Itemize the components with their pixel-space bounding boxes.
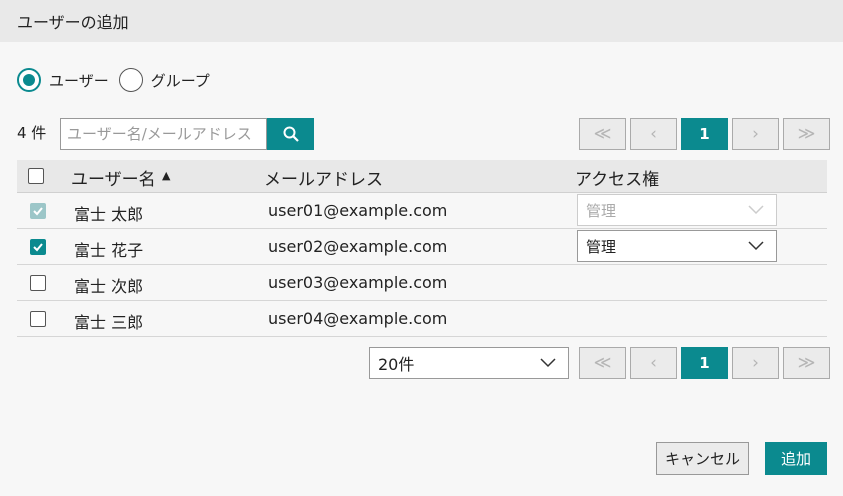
search-input[interactable] <box>60 118 267 150</box>
access-select: 管理 <box>577 194 777 226</box>
radio-group-label[interactable]: グループ <box>151 70 210 91</box>
user-email: user04@example.com <box>268 309 448 328</box>
pagination-bottom: ≪ ‹ 1 › ≫ <box>579 347 830 379</box>
search-icon <box>283 126 299 142</box>
access-select[interactable]: 管理 <box>577 230 777 262</box>
access-select-value: 管理 <box>586 201 617 220</box>
dialog-title: ユーザーの追加 <box>17 13 129 32</box>
prev-page-button[interactable]: ‹ <box>630 118 677 150</box>
row-checkbox[interactable] <box>30 239 46 255</box>
table-row: 富士 次郎 user03@example.com <box>17 265 827 301</box>
column-header-name[interactable]: ユーザー名 <box>71 165 156 190</box>
user-name: 富士 花子 <box>74 241 144 260</box>
sort-ascending-icon[interactable]: ▲ <box>162 169 170 182</box>
first-page-button[interactable]: ≪ <box>579 118 626 150</box>
row-checkbox[interactable] <box>30 275 46 291</box>
check-icon <box>33 207 43 216</box>
first-page-button[interactable]: ≪ <box>579 347 626 379</box>
user-name: 富士 次郎 <box>74 277 144 296</box>
user-email: user01@example.com <box>268 201 448 220</box>
chevron-down-icon <box>748 205 764 215</box>
radio-user[interactable] <box>17 68 41 92</box>
table-row: 富士 三郎 user04@example.com <box>17 301 827 337</box>
chevron-down-icon <box>748 241 764 251</box>
user-email: user03@example.com <box>268 273 448 292</box>
user-email: user02@example.com <box>268 237 448 256</box>
access-select-value: 管理 <box>586 237 617 256</box>
dialog-titlebar: ユーザーの追加 <box>0 0 843 42</box>
target-type-radio-group: ユーザー グループ <box>17 67 220 93</box>
radio-group[interactable] <box>118 68 143 92</box>
table-row: 富士 太郎 user01@example.com 管理 <box>17 193 827 229</box>
result-count: 4 件 <box>17 124 47 142</box>
row-checkbox[interactable] <box>30 311 46 327</box>
page-size-select[interactable]: 20件 <box>369 347 569 379</box>
next-page-button[interactable]: › <box>732 118 779 150</box>
column-header-access: アクセス権 <box>575 170 660 190</box>
current-page-button[interactable]: 1 <box>681 118 728 150</box>
add-button[interactable]: 追加 <box>765 442 827 475</box>
select-all-checkbox[interactable] <box>28 168 44 184</box>
search-button[interactable] <box>267 118 314 150</box>
prev-page-button[interactable]: ‹ <box>630 347 677 379</box>
cancel-button[interactable]: キャンセル <box>656 442 749 475</box>
last-page-button[interactable]: ≫ <box>783 118 830 150</box>
table-header: ユーザー名 ▲ メールアドレス アクセス権 <box>17 160 827 193</box>
check-icon <box>33 243 43 252</box>
column-header-email: メールアドレス <box>264 170 383 190</box>
last-page-button[interactable]: ≫ <box>783 347 830 379</box>
table-row: 富士 花子 user02@example.com 管理 <box>17 229 827 265</box>
row-checkbox <box>30 203 46 219</box>
chevron-down-icon <box>540 358 556 368</box>
user-name: 富士 太郎 <box>74 205 144 224</box>
next-page-button[interactable]: › <box>732 347 779 379</box>
page-size-value: 20件 <box>378 355 415 374</box>
current-page-button[interactable]: 1 <box>681 347 728 379</box>
pagination-top: ≪ ‹ 1 › ≫ <box>579 118 830 150</box>
radio-user-label[interactable]: ユーザー <box>49 70 109 91</box>
user-name: 富士 三郎 <box>74 313 144 332</box>
